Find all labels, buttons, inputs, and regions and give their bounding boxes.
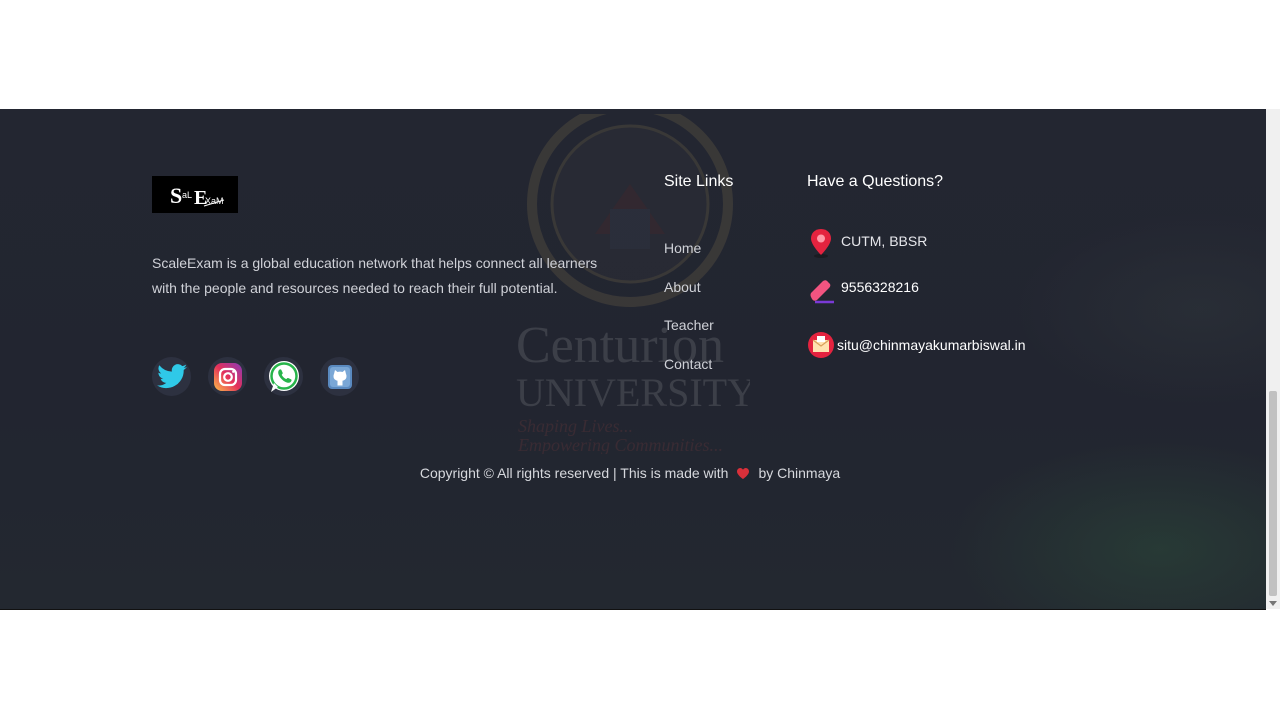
scrollbar-thumb[interactable]	[1269, 391, 1277, 596]
contact-address: CUTM, BBSR	[841, 232, 928, 249]
author-link[interactable]: by Chinmaya	[758, 465, 840, 481]
watermark-line-3: Shaping Lives...	[518, 416, 633, 436]
site-links-list: Home About Teacher Contact	[664, 240, 714, 394]
site-link-item: Teacher	[664, 317, 714, 356]
contact-phone[interactable]: 9556328216	[841, 279, 919, 295]
scroll-down-arrow-icon[interactable]	[1269, 601, 1277, 606]
watermark-line-2: UNIVERSITY	[516, 370, 750, 415]
brand-logo[interactable]: S aL E XaM	[152, 176, 238, 213]
site-footer: Centurion UNIVERSITY Shaping Lives... Em…	[0, 109, 1266, 610]
site-link-item: Home	[664, 240, 714, 279]
nav-link-contact[interactable]: Contact	[664, 356, 712, 372]
copyright-prefix: Copyright © All rights reserved | This i…	[419, 465, 729, 481]
mail-icon	[807, 329, 837, 366]
github-icon[interactable]	[320, 357, 359, 396]
contact-email[interactable]: situ@chinmayakumarbiswal.in	[837, 337, 1026, 353]
whatsapp-icon[interactable]	[264, 357, 303, 396]
watermark-line-4: Empowering Communities...	[517, 435, 723, 454]
vertical-scrollbar[interactable]	[1266, 109, 1280, 609]
contact-email-row: situ@chinmayakumarbiswal.in	[807, 329, 1026, 366]
map-pin-icon	[807, 227, 841, 264]
nav-link-about[interactable]: About	[664, 279, 701, 295]
footer-description: ScaleExam is a global education network …	[152, 255, 598, 296]
heart-icon	[736, 467, 750, 483]
contact-address-row: CUTM, BBSR	[807, 227, 927, 264]
nav-link-home[interactable]: Home	[664, 240, 701, 256]
contact-phone-row: 9556328216	[807, 275, 919, 310]
copyright-line: Copyright © All rights reserved | This i…	[0, 465, 1260, 483]
svg-text:S: S	[170, 183, 182, 208]
site-link-item: About	[664, 279, 714, 318]
nav-link-teacher[interactable]: Teacher	[664, 317, 714, 333]
social-links	[152, 357, 359, 396]
twitter-icon[interactable]	[152, 357, 191, 396]
svg-text:aL: aL	[182, 190, 192, 200]
instagram-icon[interactable]	[208, 357, 247, 396]
site-links-title: Site Links	[664, 173, 734, 190]
site-link-item: Contact	[664, 356, 714, 395]
questions-title: Have a Questions?	[807, 173, 944, 190]
phone-icon	[807, 275, 841, 310]
